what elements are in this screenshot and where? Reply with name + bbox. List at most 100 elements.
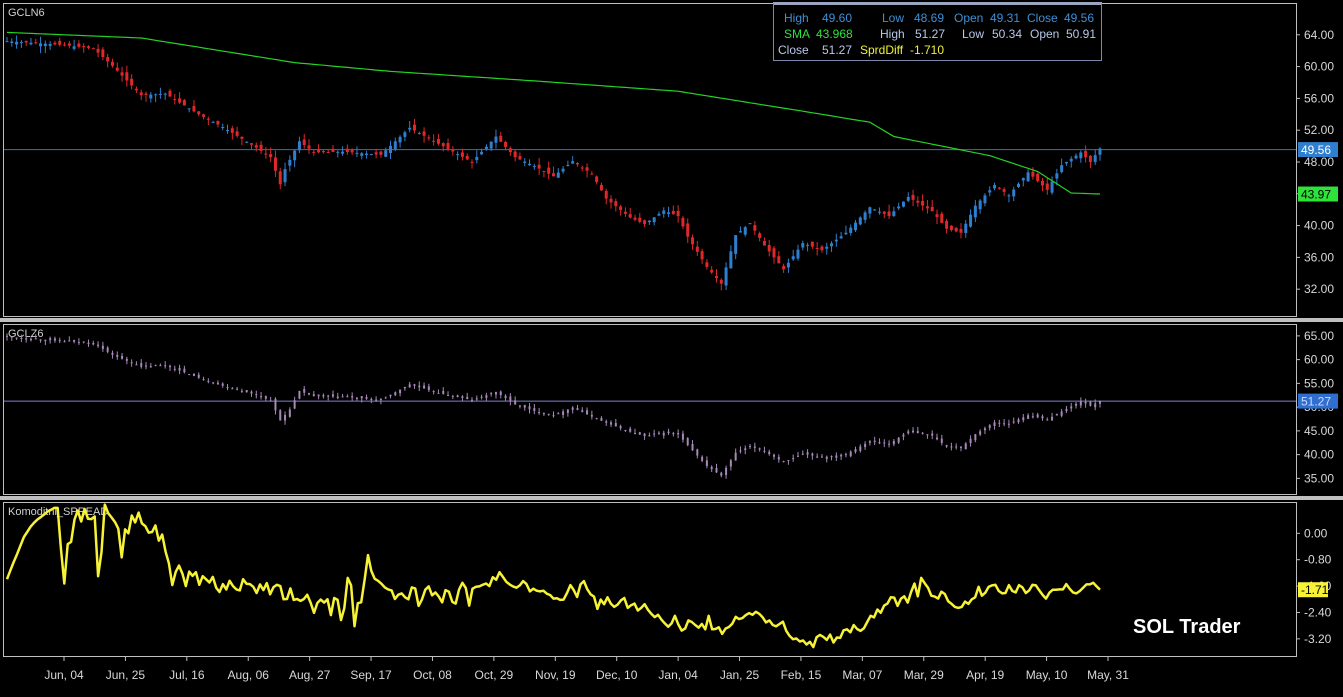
candle-body [691, 443, 694, 451]
candle-body [432, 391, 435, 393]
candle-body [499, 391, 502, 396]
pane-separator-2[interactable] [0, 496, 1343, 500]
candle-body [801, 453, 804, 455]
candle-body [609, 198, 613, 203]
candle-body [686, 438, 689, 446]
candle-body [97, 344, 100, 346]
candle-body [738, 231, 742, 233]
candle-body [451, 395, 454, 397]
y-tick-label: -2.40 [1304, 605, 1332, 619]
candle-body [53, 42, 57, 45]
candle-body [806, 244, 810, 246]
candle-body [44, 339, 47, 342]
candle-body [556, 172, 560, 178]
candle-body [892, 440, 895, 445]
candle-body [1079, 152, 1083, 159]
candle-body [1070, 406, 1073, 409]
gcln6-pane[interactable] [3, 3, 1297, 317]
candle-body [111, 352, 114, 355]
sprddiff-label: SprdDiff [860, 43, 904, 57]
candle-body [480, 396, 483, 398]
candle-body [115, 67, 119, 71]
candle-body [178, 98, 182, 103]
candle-body [912, 430, 915, 433]
candle-body [729, 460, 732, 467]
candle-body [897, 437, 900, 443]
candle-body [907, 431, 910, 434]
candle-body [1026, 172, 1030, 182]
candle-body [998, 422, 1001, 424]
candle-body [96, 48, 100, 53]
candle-body [460, 152, 464, 157]
candle-body [192, 373, 195, 376]
y-tick-label: 45.00 [1304, 424, 1334, 438]
candle-body [964, 223, 968, 233]
candle-body [504, 395, 507, 399]
candle-body [868, 207, 872, 214]
candle-body [49, 338, 52, 341]
candle-body [341, 151, 345, 154]
candle-body [633, 432, 636, 434]
candle-body [1027, 415, 1030, 419]
candle-body [753, 446, 756, 448]
pane-separator-1[interactable] [0, 318, 1343, 322]
candle-body [979, 431, 982, 435]
candle-body [130, 362, 133, 364]
candle-body [552, 173, 555, 177]
candle-body [188, 374, 191, 376]
candle-body [302, 139, 306, 146]
candle-body [475, 156, 479, 161]
candle-body [782, 461, 785, 463]
candle-body [854, 449, 857, 453]
candle-body [839, 236, 843, 239]
candle-body [887, 211, 891, 217]
candle-body [988, 190, 992, 193]
candle-body [471, 399, 474, 401]
candle-body [264, 396, 267, 399]
candle-body [336, 396, 339, 399]
candle-body [552, 415, 555, 417]
candle-body [389, 145, 393, 153]
candle-body [993, 422, 996, 427]
candle-body [643, 220, 647, 224]
candle-body [849, 451, 852, 457]
gclz6-pane[interactable] [3, 324, 1297, 495]
x-tick-label: Oct, 29 [475, 668, 514, 682]
candle-body [844, 232, 848, 235]
candle-body [916, 431, 919, 434]
candle-body [878, 442, 881, 444]
gcln6-pane-title: GCLN6 [8, 7, 45, 19]
candle-body [159, 365, 162, 367]
y-tick-label: 52.00 [1304, 123, 1334, 137]
candle-body [164, 365, 167, 367]
candle-body [398, 136, 402, 143]
candle-body [959, 228, 963, 233]
candle-body [777, 457, 780, 460]
candle-body [575, 163, 579, 165]
candle-body [461, 396, 464, 398]
candle-body [725, 467, 728, 476]
y-tick-label: 36.00 [1304, 250, 1334, 264]
candle-body [950, 446, 953, 448]
candle-body [796, 455, 799, 457]
candle-body [260, 396, 263, 398]
candle-body [350, 149, 354, 153]
sma-readout-value: 43.968 [816, 27, 853, 41]
gcln6-open-value: 49.31 [990, 11, 1021, 25]
candle-body [930, 206, 934, 212]
candle-body [346, 396, 349, 398]
spread-chart[interactable]: GCLN6 64.0060.0056.0052.0048.0044.0040.0… [0, 0, 1343, 697]
gcln6-last-price-value: 49.56 [1301, 143, 1331, 157]
candle-body [906, 196, 910, 201]
candle-body [643, 433, 646, 437]
candle-body [351, 396, 354, 398]
gclz6-close-label: Close [778, 43, 809, 57]
candle-body [834, 239, 838, 242]
candle-body [255, 394, 258, 396]
candle-body [226, 387, 229, 389]
candle-body [273, 157, 277, 171]
gclz6-last-price-tag: 51.27 [1298, 393, 1338, 409]
spread-last-value: -1.71 [1301, 583, 1329, 597]
gcln6-low-label: Low [882, 11, 905, 25]
gclz6-low-value: 50.34 [992, 27, 1023, 41]
